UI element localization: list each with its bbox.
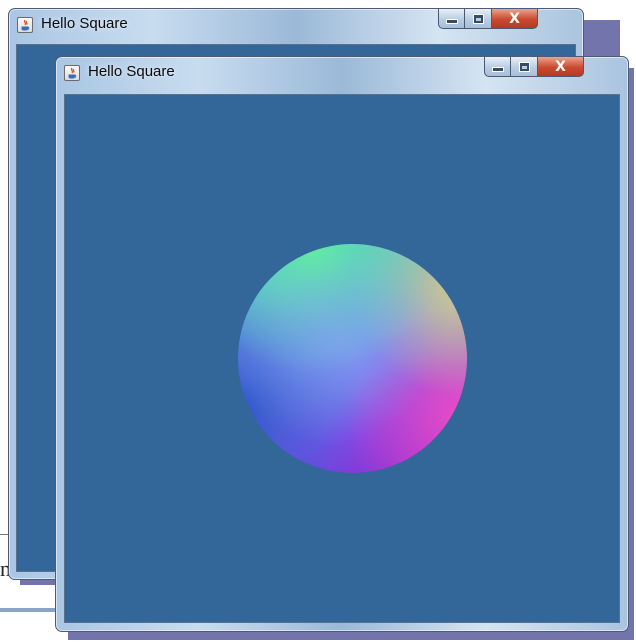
close-icon: X: [509, 10, 520, 27]
front-minimize-button[interactable]: [484, 57, 511, 77]
front-window-titlebar[interactable]: Hello Square X: [56, 57, 628, 89]
java-app-icon[interactable]: [17, 17, 33, 33]
maximize-icon: [519, 62, 529, 71]
front-window[interactable]: Hello Square X: [55, 56, 629, 632]
front-window-title: Hello Square: [88, 63, 175, 80]
front-maximize-button[interactable]: [511, 57, 538, 77]
rendered-sphere: [238, 244, 467, 473]
back-maximize-button[interactable]: [465, 9, 492, 29]
maximize-icon: [473, 14, 483, 23]
back-window-caption-buttons: X: [438, 9, 538, 29]
front-window-client-area[interactable]: [64, 94, 620, 623]
background-strip: [0, 608, 60, 612]
java-app-icon[interactable]: [64, 65, 80, 81]
back-minimize-button[interactable]: [438, 9, 465, 29]
front-close-button[interactable]: X: [538, 57, 584, 77]
back-close-button[interactable]: X: [492, 9, 538, 29]
back-window-titlebar[interactable]: Hello Square X: [9, 9, 583, 41]
front-window-caption-buttons: X: [484, 57, 584, 77]
minimize-icon: [446, 20, 457, 23]
minimize-icon: [492, 68, 503, 71]
close-icon: X: [555, 58, 566, 75]
back-window-title: Hello Square: [41, 15, 128, 32]
